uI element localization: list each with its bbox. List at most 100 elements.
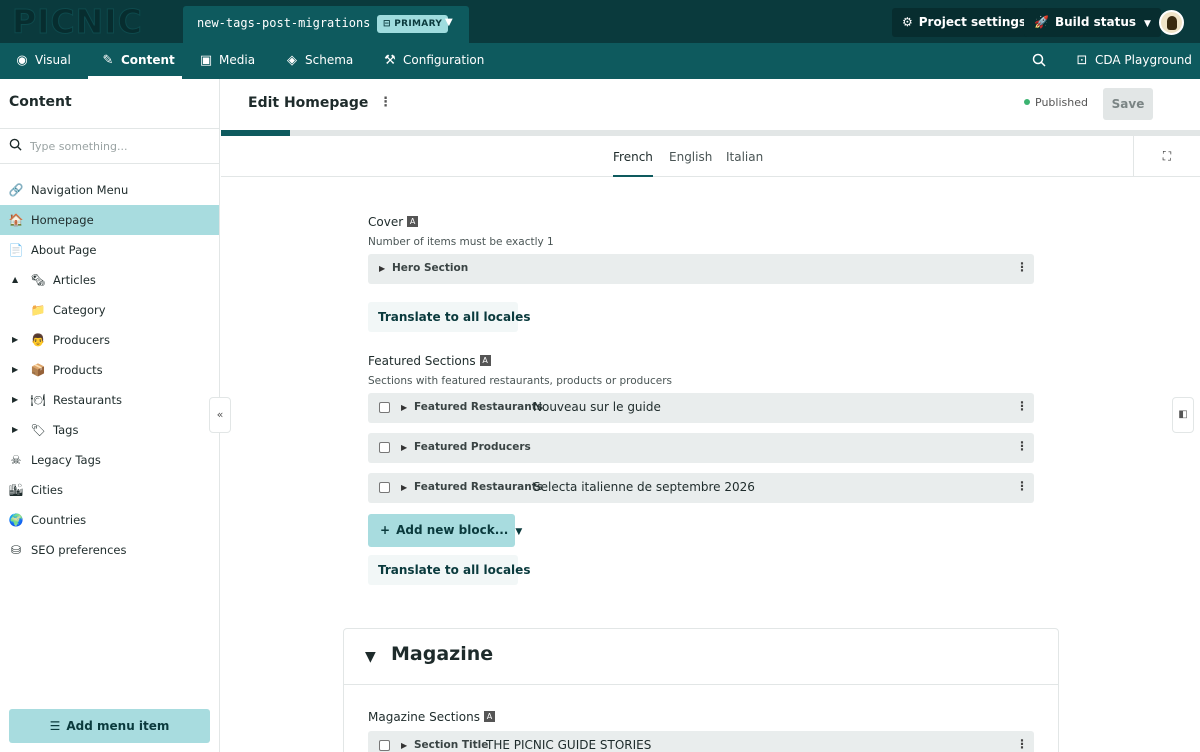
magazine-header[interactable]: ▼ Magazine	[344, 629, 1058, 685]
editor-header: Edit Homepage ⋮ Published Save	[221, 79, 1200, 130]
sidebar-item-legacy-tags[interactable]: ☠ Legacy Tags	[0, 445, 219, 475]
add-menu-item-button[interactable]: ☰ Add menu item	[9, 709, 210, 743]
search-icon	[9, 138, 22, 155]
nav-schema[interactable]: ◈ Schema	[284, 43, 353, 79]
field-hint-featured-sections: Sections with featured restaurants, prod…	[368, 375, 673, 387]
layers-icon: ◈	[287, 53, 297, 68]
sidebar-item-label: SEO preferences	[31, 543, 127, 557]
translate-all-locales-button[interactable]: Translate to all locales	[368, 302, 530, 332]
translate-all-locales-button[interactable]: Translate to all locales	[368, 555, 530, 585]
tab-italian[interactable]: Italian	[726, 150, 763, 164]
sidebar-item-category[interactable]: 📁 Category	[0, 295, 219, 325]
block-title: Nouveau sur le guide	[533, 400, 661, 414]
rocket-icon: 🚀	[1034, 15, 1049, 29]
caret-right-icon[interactable]: ▶	[401, 443, 407, 452]
more-options-icon[interactable]: ⋮	[1016, 260, 1028, 274]
caret-right-icon[interactable]: ▶	[12, 355, 18, 385]
sidebar-item-navigation-menu[interactable]: 🔗 Navigation Menu	[0, 175, 219, 205]
sidebar-item-seo-preferences[interactable]: ⛁ SEO preferences	[0, 535, 219, 565]
block-item[interactable]: ▶ Hero Section ⋮	[368, 254, 1034, 284]
toggle-panel-button[interactable]: ◧	[1172, 397, 1194, 433]
nav-schema-label: Schema	[305, 53, 354, 67]
branch-badge-label: PRIMARY	[394, 19, 443, 29]
more-options-icon[interactable]: ⋮	[379, 95, 392, 110]
more-options-icon[interactable]: ⋮	[1016, 737, 1028, 751]
field-label-featured-sections: Featured Sections A	[368, 354, 491, 368]
configuration-icon: ⚒	[384, 53, 396, 68]
block-item[interactable]: ▶ Featured Producers ⋮	[368, 433, 1034, 463]
branch-selector[interactable]: new-tags-post-migrations ⊟ PRIMARY ▼	[183, 6, 469, 43]
caret-right-icon[interactable]: ▶	[401, 741, 407, 750]
tab-english[interactable]: English	[669, 150, 712, 164]
block-checkbox[interactable]	[379, 740, 390, 751]
build-status-button[interactable]: 🚀 Build status ▼	[1024, 8, 1161, 37]
caret-right-icon[interactable]: ▶	[12, 385, 18, 415]
sidebar-item-products[interactable]: ▶ 📦 Products	[0, 355, 219, 385]
block-checkbox[interactable]	[379, 482, 390, 493]
sidebar-item-countries[interactable]: 🌍 Countries	[0, 505, 219, 535]
sidebar-item-cities[interactable]: 🏙 Cities	[0, 475, 219, 505]
more-options-icon[interactable]: ⋮	[1016, 399, 1028, 413]
nav-media[interactable]: ▣ Media	[198, 43, 255, 79]
nav-cda-playground[interactable]: ⊡ CDA Playground	[1074, 43, 1192, 79]
user-avatar[interactable]	[1159, 10, 1184, 35]
settings-icon: ⛁	[10, 543, 22, 557]
caret-right-icon[interactable]: ▶	[401, 483, 407, 492]
locale-tabs: French English Italian ⛶	[221, 136, 1200, 177]
caret-right-icon[interactable]: ▶	[12, 415, 18, 445]
block-checkbox[interactable]	[379, 442, 390, 453]
translate-icon[interactable]: ⛶	[1133, 136, 1200, 176]
block-type: Hero Section	[392, 262, 469, 274]
house-icon: 🏠	[8, 213, 24, 227]
sidebar-item-tags[interactable]: ▶ 🏷 Tags	[0, 415, 219, 445]
sidebar-item-label: Products	[53, 363, 103, 377]
caret-right-icon[interactable]: ▶	[379, 264, 385, 273]
app-logo[interactable]: PICNIC	[12, 2, 143, 42]
sidebar-item-producers[interactable]: ▶ 👨 Producers	[0, 325, 219, 355]
sidebar-item-label: Countries	[31, 513, 87, 527]
globe-icon: 🌍	[8, 513, 24, 527]
field-label-text: Featured Sections	[368, 354, 476, 368]
sidebar-item-label: Category	[53, 303, 106, 317]
sidebar-item-label: Navigation Menu	[31, 183, 129, 197]
caret-right-icon[interactable]: ▶	[12, 325, 18, 355]
project-settings-label: Project settings	[918, 15, 1027, 29]
nav-visual[interactable]: ◉ Visual	[14, 43, 71, 79]
more-options-icon[interactable]: ⋮	[1016, 479, 1028, 493]
search-icon[interactable]	[1032, 53, 1048, 69]
sidebar-item-about-page[interactable]: 📄 About Page	[0, 235, 219, 265]
caret-right-icon[interactable]: ▶	[401, 403, 407, 412]
field-hint-cover: Number of items must be exactly 1	[368, 236, 554, 248]
nav-content[interactable]: ✎ Content	[88, 43, 182, 79]
more-options-icon[interactable]: ⋮	[1016, 439, 1028, 453]
sidebar-search	[0, 128, 219, 164]
block-item[interactable]: ▶ Section Title THE PICNIC GUIDE STORIES…	[368, 731, 1034, 752]
add-new-block-label: Add new block...	[396, 523, 509, 537]
sidebar-item-label: Cities	[31, 483, 63, 497]
translate-icon: A	[479, 355, 491, 366]
sidebar-search-input[interactable]	[30, 137, 210, 155]
block-type: Featured Restaurants	[414, 401, 543, 413]
field-label-text: Cover	[368, 215, 404, 229]
block-item[interactable]: ▶ Featured Restaurants Nouveau sur le gu…	[368, 393, 1034, 423]
sidebar-item-label: Tags	[53, 423, 79, 437]
block-checkbox[interactable]	[379, 402, 390, 413]
caret-up-icon[interactable]: ▲	[12, 265, 18, 295]
sidebar-item-homepage[interactable]: 🏠 Homepage	[0, 205, 219, 235]
save-button[interactable]: Save	[1103, 88, 1153, 120]
project-settings-button[interactable]: ⚙ Project settings	[892, 8, 1037, 37]
page-icon: 📄	[8, 243, 24, 257]
collapse-sidebar-button[interactable]: «	[209, 397, 231, 433]
tab-french[interactable]: French	[613, 150, 653, 177]
sidebar-item-restaurants[interactable]: ▶ 🍽 Restaurants	[0, 385, 219, 415]
caret-down-icon[interactable]: ▼	[365, 649, 376, 665]
field-label-cover: Cover A	[368, 215, 419, 229]
add-new-block-button[interactable]: + Add new block... ▼	[368, 514, 522, 547]
plate-icon: 🍽	[30, 393, 46, 407]
block-item[interactable]: ▶ Featured Restaurants Selecta italienne…	[368, 473, 1034, 503]
city-icon: 🏙	[8, 483, 24, 497]
sidebar-item-label: Legacy Tags	[31, 453, 101, 467]
caret-down-icon: ▼	[515, 527, 523, 537]
nav-configuration[interactable]: ⚒ Configuration	[382, 43, 484, 79]
sidebar-item-articles[interactable]: ▲ 🗞 Articles	[0, 265, 219, 295]
